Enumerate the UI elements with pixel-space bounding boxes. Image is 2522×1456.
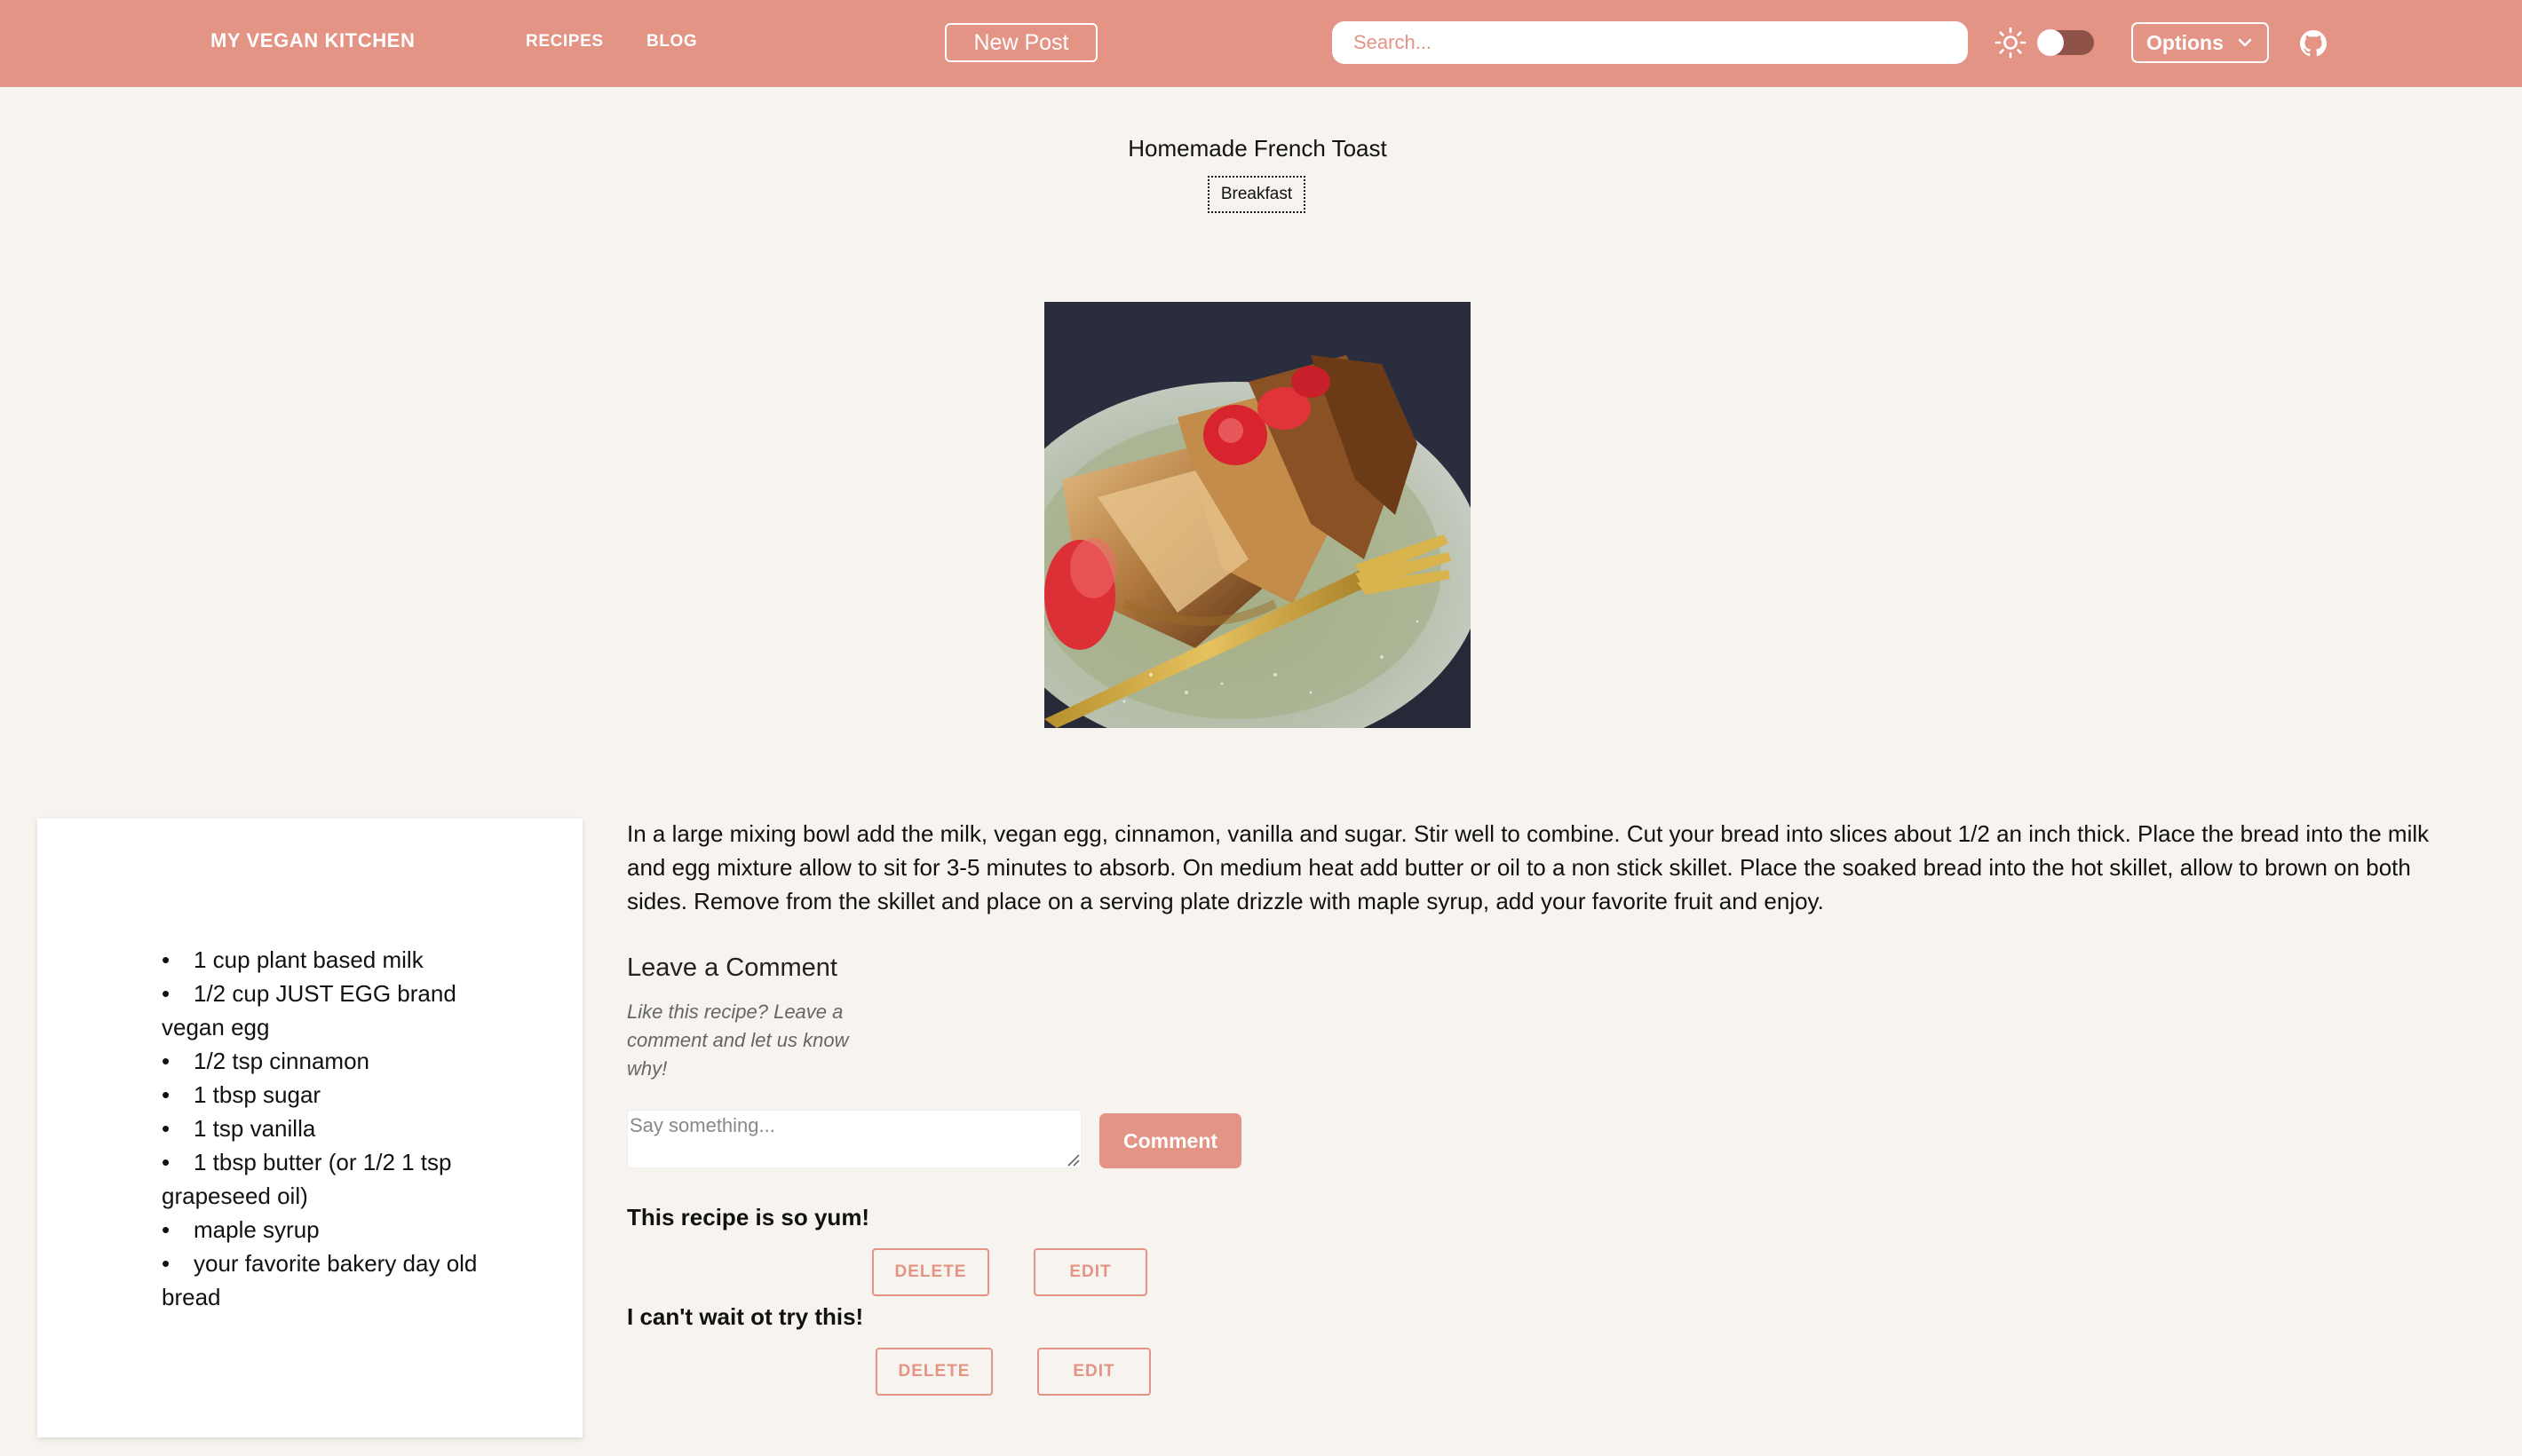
ingredient-item: • 1 tsp vanilla [162, 1115, 316, 1142]
comment-submit-button[interactable]: Comment [1099, 1113, 1241, 1168]
comment-input[interactable] [627, 1110, 1082, 1168]
ingredient-item: • 1/2 tsp cinnamon [162, 1048, 370, 1074]
search-input[interactable] [1332, 21, 1968, 64]
delete-comment-button[interactable]: DELETE [872, 1248, 989, 1296]
comment-text: I can't wait ot try this! [627, 1303, 864, 1330]
comment-heading: Leave a Comment [627, 954, 837, 982]
sun-icon[interactable] [1995, 27, 2026, 59]
edit-comment-button[interactable]: EDIT [1037, 1348, 1151, 1396]
delete-comment-button[interactable]: DELETE [876, 1348, 993, 1396]
ingredients-card: • 1 cup plant based milk • 1/2 cup JUST EG… [37, 819, 583, 1437]
recipe-photo [1044, 302, 1471, 728]
new-post-button[interactable]: New Post [945, 23, 1098, 62]
options-dropdown[interactable]: Options [2131, 22, 2269, 63]
recipe-instructions: In a large mixing bowl add the milk, veg… [627, 820, 2430, 914]
ingredient-item: • maple syrup [162, 1216, 320, 1243]
ingredient-item: • 1 tbsp sugar [162, 1081, 321, 1108]
edit-comment-button[interactable]: EDIT [1034, 1248, 1147, 1296]
ingredient-item: • your favorite bakery day old bread [162, 1250, 478, 1310]
nav-link-blog[interactable]: BLOG [646, 32, 697, 51]
resize-handle-icon[interactable] [1066, 1152, 1080, 1167]
recipe-title: Homemade French Toast [1128, 135, 1387, 162]
nav-link-recipes[interactable]: RECIPES [526, 32, 604, 51]
category-tag[interactable]: Breakfast [1208, 176, 1305, 213]
theme-toggle[interactable] [2037, 29, 2094, 56]
ingredient-item: • 1 tbsp butter (or 1/2 1 tsp grapeseed o… [162, 1149, 452, 1209]
ingredient-item: • 1/2 cup JUST EGG brand vegan egg [162, 980, 456, 1041]
navbar: MY VEGAN KITCHEN RECIPES BLOG New Post O… [0, 0, 2522, 87]
ingredients-list: • 1 cup plant based milk • 1/2 cup JUST EG… [162, 943, 499, 1314]
brand-title[interactable]: MY VEGAN KITCHEN [210, 29, 415, 52]
chevron-down-icon [2238, 38, 2252, 47]
github-icon[interactable] [2300, 30, 2327, 57]
toggle-knob [2037, 29, 2064, 56]
comment-subtext: Like this recipe? Leave a comment and le… [627, 1001, 849, 1080]
ingredient-item: • 1 cup plant based milk [162, 946, 424, 973]
comment-text: This recipe is so yum! [627, 1204, 870, 1230]
french-toast-photo [1044, 302, 1471, 728]
options-label: Options [2146, 30, 2224, 54]
